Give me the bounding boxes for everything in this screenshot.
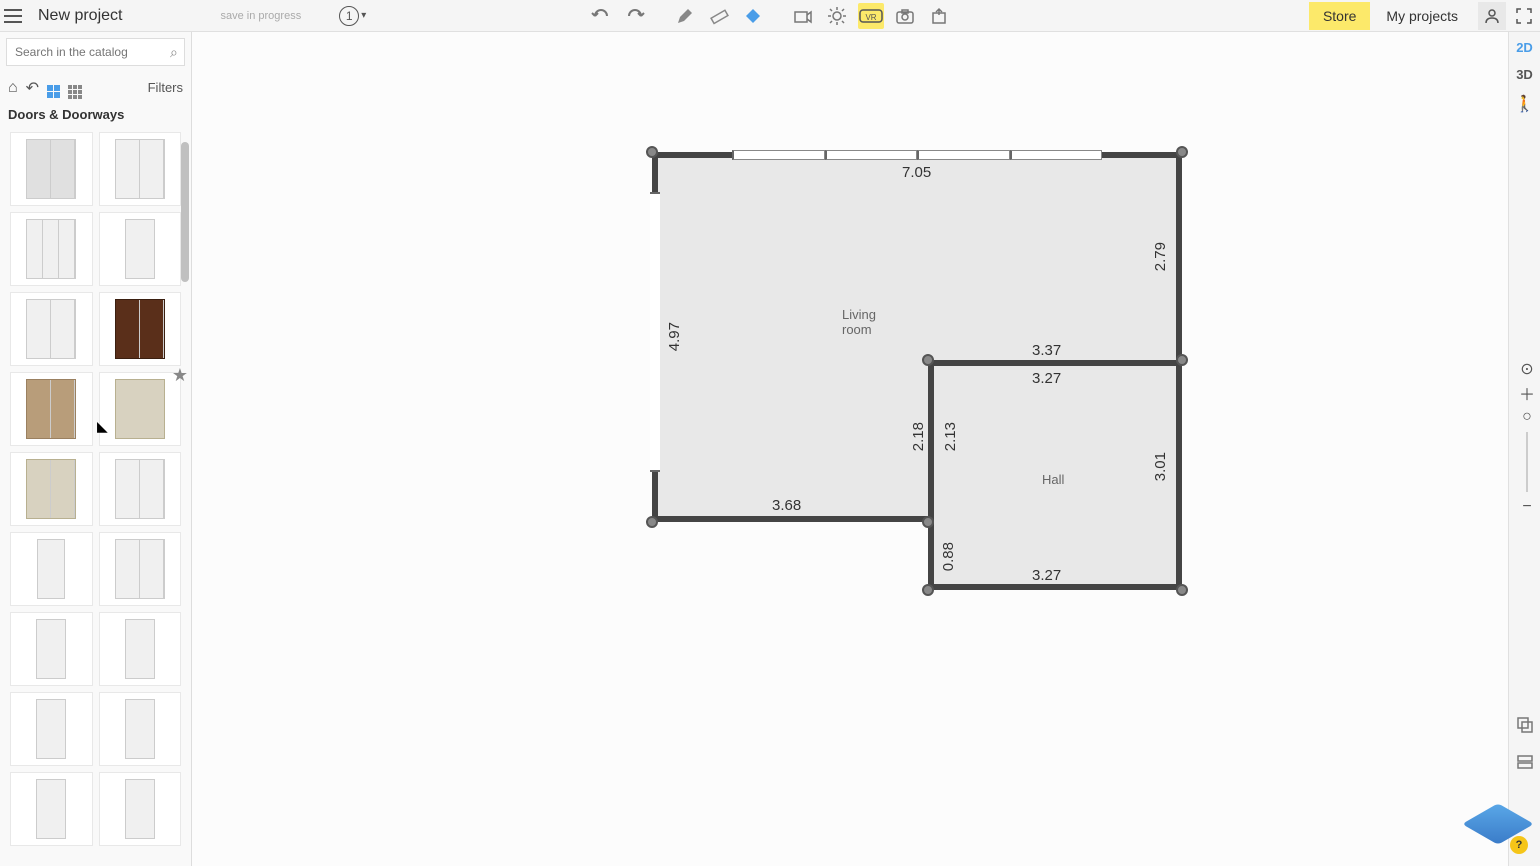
wall-node[interactable] [1176, 354, 1188, 366]
hamburger-menu-icon[interactable] [4, 9, 22, 23]
catalog-item[interactable] [10, 212, 93, 286]
catalog-item[interactable] [99, 772, 182, 846]
catalog-item[interactable] [99, 132, 182, 206]
save-status-text: save in progress [220, 10, 301, 22]
catalog-item[interactable] [10, 452, 93, 526]
wall-node[interactable] [1176, 584, 1188, 596]
dimension-label: 0.88 [940, 542, 957, 571]
catalog-item[interactable] [10, 612, 93, 686]
room-label-living: Living room [842, 307, 876, 337]
catalog-item[interactable] [10, 132, 93, 206]
wall-node[interactable] [922, 584, 934, 596]
sidebar-scrollbar[interactable] [181, 142, 189, 282]
center-toolbar: VR [588, 3, 952, 29]
top-toolbar: New project save in progress 1 ▾ VR Stor… [0, 0, 1540, 32]
layers-icon[interactable] [1516, 716, 1534, 739]
catalog-grid: ★ [0, 126, 191, 850]
catalog-item[interactable] [10, 772, 93, 846]
redo-button[interactable] [622, 3, 648, 29]
zoom-in-icon[interactable]: ＋ [1518, 384, 1536, 402]
paint-tool-icon[interactable] [740, 3, 766, 29]
vr-button[interactable]: VR [858, 3, 884, 29]
dimension-label: 3.37 [1032, 342, 1061, 359]
catalog-item[interactable] [10, 292, 93, 366]
catalog-item[interactable] [99, 212, 182, 286]
home-icon[interactable]: ⌂ [8, 79, 18, 97]
sun-tool-icon[interactable] [824, 3, 850, 29]
view-2d-button[interactable]: 2D [1516, 40, 1533, 55]
wall-node[interactable] [1176, 146, 1188, 158]
zoom-center-icon[interactable]: ⊙ [1518, 360, 1536, 378]
zoom-slider[interactable] [1526, 432, 1528, 492]
search-container: ⌕ [6, 38, 185, 66]
wall-node[interactable] [646, 516, 658, 528]
dimension-label: 2.13 [942, 422, 959, 451]
sidebar-nav-row: ⌂ ↶ Filters [0, 72, 191, 103]
dimension-label: 3.68 [772, 497, 801, 514]
wall-node[interactable] [922, 516, 934, 528]
dimension-label: 3.01 [1152, 452, 1169, 481]
undo-button[interactable] [588, 3, 614, 29]
catalog-item[interactable] [99, 292, 182, 366]
room-label-hall: Hall [1042, 472, 1064, 487]
category-title: Doors & Doorways [0, 103, 191, 126]
ruler-tool-icon[interactable] [706, 3, 732, 29]
top-right-group: Store My projects [1309, 2, 1536, 30]
catalog-item[interactable] [10, 692, 93, 766]
canvas-area[interactable]: 7.05 2.79 4.97 3.37 3.27 2.18 2.13 3.01 … [192, 32, 1508, 866]
camera-tool-icon[interactable] [790, 3, 816, 29]
help-badge: ? [1510, 836, 1528, 854]
door-opening[interactable] [650, 192, 660, 472]
help-dropdown[interactable]: 1 ▾ [339, 6, 366, 26]
my-projects-button[interactable]: My projects [1372, 2, 1472, 30]
catalog-item[interactable] [99, 692, 182, 766]
view-3d-button[interactable]: 3D [1516, 67, 1533, 82]
catalog-item[interactable]: ★ [99, 372, 182, 446]
pencil-tool-icon[interactable] [672, 3, 698, 29]
catalog-sidebar: ⌕ ⌂ ↶ Filters Doors & Doorways ★ [0, 32, 192, 866]
catalog-item[interactable] [10, 532, 93, 606]
top-left-group: New project save in progress 1 ▾ [4, 6, 366, 26]
fullscreen-button[interactable] [1512, 4, 1536, 28]
export-button[interactable] [926, 3, 952, 29]
floors-icon[interactable] [1516, 753, 1534, 776]
snapshot-button[interactable] [892, 3, 918, 29]
back-icon[interactable]: ↶ [26, 78, 39, 98]
walk-view-icon[interactable]: 🚶 [1515, 94, 1535, 114]
store-button[interactable]: Store [1309, 2, 1370, 30]
project-title[interactable]: New project [38, 7, 122, 25]
help-number-badge: 1 [339, 6, 359, 26]
zoom-out-icon[interactable]: − [1518, 498, 1536, 516]
dimension-label: 4.97 [666, 322, 683, 351]
dimension-label: 2.18 [910, 422, 927, 451]
search-icon[interactable]: ⌕ [170, 44, 178, 61]
zoom-fit-icon[interactable]: ○ [1518, 408, 1536, 426]
catalog-item[interactable] [99, 532, 182, 606]
zoom-controls: ⊙ ＋ ○ − [1518, 360, 1536, 516]
catalog-item[interactable] [99, 452, 182, 526]
grid-small-icon[interactable] [68, 76, 82, 99]
dimension-label: 3.27 [1032, 370, 1061, 387]
grid-large-icon[interactable] [47, 78, 60, 98]
dimension-label: 3.27 [1032, 567, 1061, 584]
dimension-label: 2.79 [1152, 242, 1169, 271]
star-icon: ★ [172, 365, 188, 386]
filters-link[interactable]: Filters [148, 80, 183, 95]
help-cube-button[interactable]: ? [1478, 804, 1528, 854]
user-account-button[interactable] [1478, 2, 1506, 30]
chevron-down-icon: ▾ [361, 10, 366, 21]
catalog-item[interactable] [10, 372, 93, 446]
search-input[interactable] [15, 45, 170, 59]
svg-text:VR: VR [865, 13, 876, 22]
catalog-item[interactable] [99, 612, 182, 686]
window-segment[interactable] [732, 150, 1102, 160]
wall-node[interactable] [646, 146, 658, 158]
wall-node[interactable] [922, 354, 934, 366]
dimension-label: 7.05 [902, 164, 931, 181]
